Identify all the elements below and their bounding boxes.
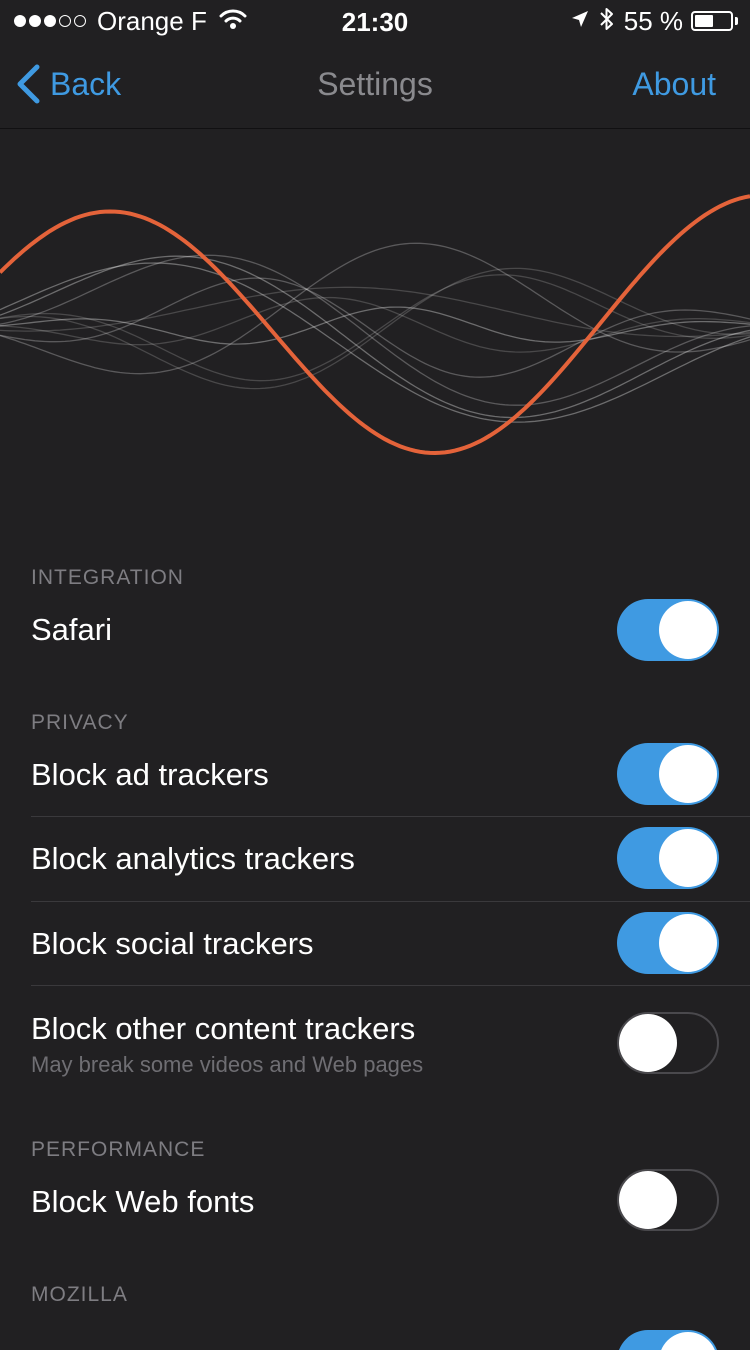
section-header-privacy: PRIVACY [31, 711, 129, 734]
about-button[interactable]: About [632, 66, 716, 103]
setting-label: Block other content trackers [31, 1011, 416, 1046]
bluetooth-icon [600, 7, 614, 36]
setting-row-block-other: Block other content trackers May break s… [0, 986, 750, 1086]
status-right: 55 % [570, 5, 738, 36]
setting-label: Block social trackers [31, 926, 314, 961]
status-bar: Orange F 21:30 55 % [0, 0, 750, 40]
block-web-fonts-toggle[interactable] [617, 1169, 719, 1231]
setting-label: Block Web fonts [31, 1184, 255, 1219]
toggle-knob [659, 745, 717, 803]
battery-icon [691, 11, 733, 31]
toggle-knob [659, 914, 717, 972]
block-other-trackers-toggle[interactable] [617, 1012, 719, 1074]
setting-label: Block analytics trackers [31, 841, 355, 876]
wave-illustration [0, 130, 750, 530]
block-ad-trackers-toggle[interactable] [617, 743, 719, 805]
section-header-integration: INTEGRATION [31, 566, 184, 589]
setting-row-mozilla-partial [0, 1310, 750, 1350]
section-header-performance: PERFORMANCE [31, 1138, 206, 1161]
setting-row-block-social: Block social trackers [0, 902, 750, 986]
section-header-mozilla: MOZILLA [31, 1283, 128, 1306]
wave-line [0, 277, 750, 378]
toggle-knob [619, 1014, 677, 1072]
toggle-knob [659, 601, 717, 659]
setting-label: Safari [31, 612, 112, 647]
setting-row-block-ad: Block ad trackers [0, 733, 750, 817]
setting-label: Block ad trackers [31, 757, 269, 792]
location-arrow-icon [570, 9, 590, 34]
mozilla-setting-toggle[interactable] [617, 1330, 719, 1350]
block-social-trackers-toggle[interactable] [617, 912, 719, 974]
navigation-bar: Back Settings About [0, 40, 750, 129]
setting-row-block-fonts: Block Web fonts [0, 1162, 750, 1242]
battery-percent: 55 % [623, 5, 683, 36]
safari-toggle[interactable] [617, 599, 719, 661]
toggle-knob [619, 1171, 677, 1229]
setting-row-block-analytics: Block analytics trackers [0, 817, 750, 902]
setting-sublabel: May break some videos and Web pages [31, 1052, 424, 1077]
setting-row-safari: Safari [0, 590, 750, 670]
battery-tip [735, 17, 738, 25]
toggle-knob [659, 1332, 717, 1350]
block-analytics-trackers-toggle[interactable] [617, 827, 719, 889]
toggle-knob [659, 829, 717, 887]
